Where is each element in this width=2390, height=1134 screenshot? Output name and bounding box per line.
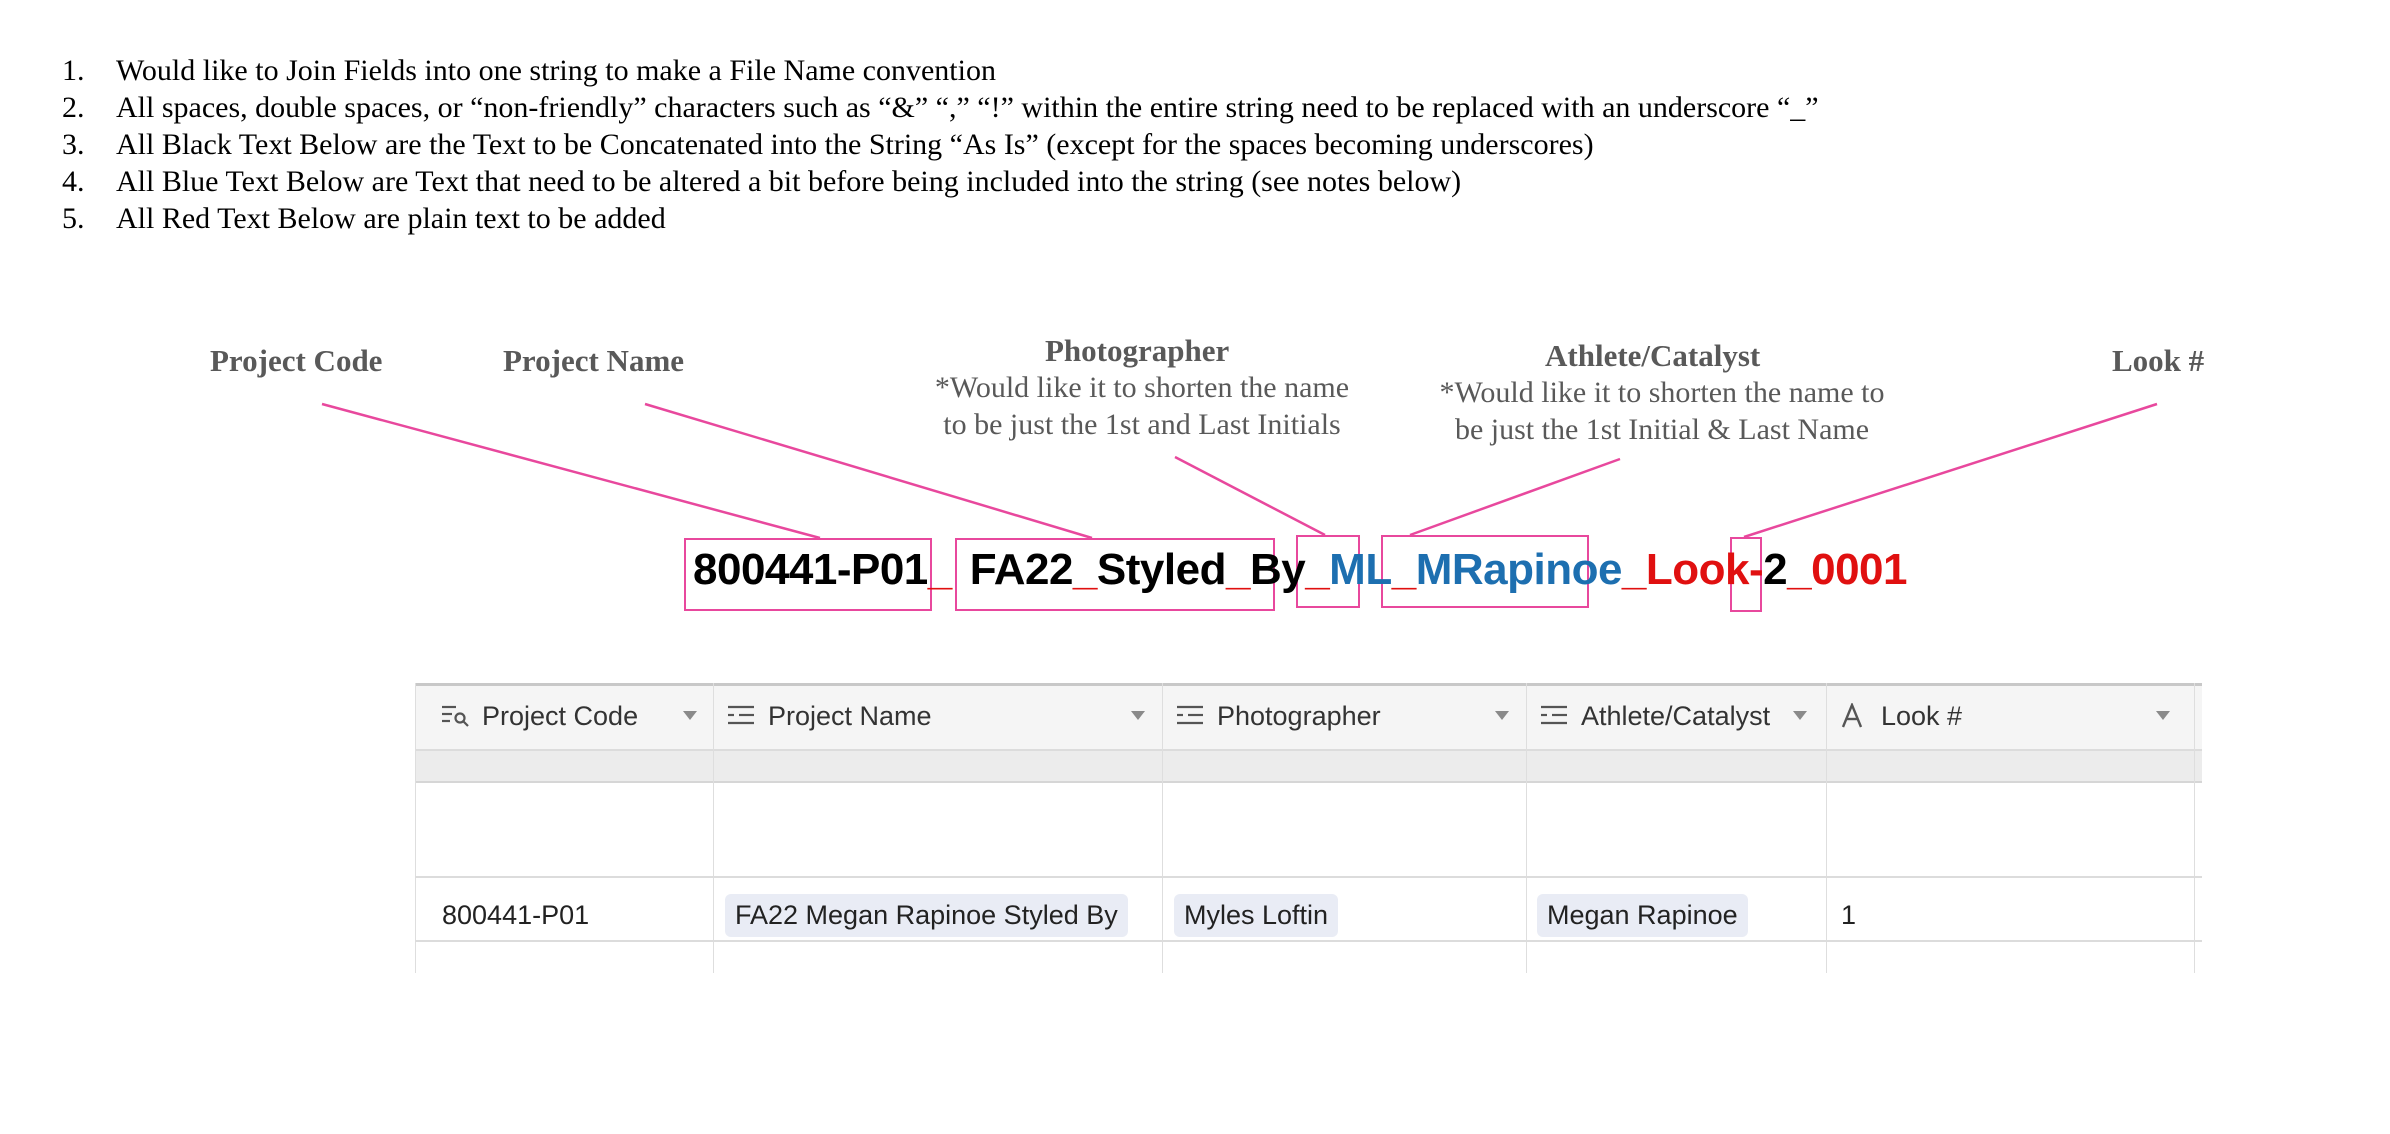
cell-project-name[interactable]: FA22 Megan Rapinoe Styled By xyxy=(725,893,1128,937)
record-chip[interactable]: Megan Rapinoe xyxy=(1537,893,1748,937)
connector-photographer xyxy=(1174,455,1326,537)
column-header-photographer[interactable]: Photographer xyxy=(1175,683,1381,749)
column-divider xyxy=(1162,683,1163,973)
connector-project-name xyxy=(644,402,1093,540)
linked-record-icon xyxy=(1175,703,1205,729)
column-divider xyxy=(2194,683,2195,973)
lookup-icon xyxy=(440,703,470,729)
record-chip[interactable]: Myles Loftin xyxy=(1174,893,1339,937)
connector-look xyxy=(1743,402,2158,539)
cell-photographer[interactable]: Myles Loftin xyxy=(1174,893,1339,937)
linked-record-icon xyxy=(726,703,756,729)
linked-record-icon xyxy=(1539,703,1569,729)
column-header-project-name[interactable]: Project Name xyxy=(726,683,932,749)
column-divider xyxy=(713,683,714,973)
grid-header-band xyxy=(415,751,2202,783)
chevron-down-icon[interactable] xyxy=(1131,711,1145,720)
connector-project-code xyxy=(321,402,821,540)
chevron-down-icon[interactable] xyxy=(683,711,697,720)
row-divider xyxy=(415,876,2202,878)
column-divider xyxy=(1826,683,1827,973)
row-divider xyxy=(415,940,2202,942)
chevron-down-icon[interactable] xyxy=(1495,711,1509,720)
column-divider xyxy=(415,683,416,973)
record-chip[interactable]: FA22 Megan Rapinoe Styled By xyxy=(725,893,1128,937)
text-field-icon xyxy=(1839,703,1869,729)
column-header-project-code[interactable]: Project Code xyxy=(440,683,638,749)
column-header-athlete[interactable]: Athlete/Catalyst xyxy=(1539,683,1770,749)
chevron-down-icon[interactable] xyxy=(2156,711,2170,720)
data-grid: Project Code Project Name Photographer A… xyxy=(415,683,2202,973)
cell-project-code[interactable]: 800441-P01 xyxy=(442,893,589,937)
example-filename: 800441-P01_ FA22_Styled_By_ML_MRapinoe_Lo… xyxy=(693,545,1907,594)
connector-athlete xyxy=(1409,457,1621,537)
column-divider xyxy=(1526,683,1527,973)
chevron-down-icon[interactable] xyxy=(1793,711,1807,720)
cell-athlete[interactable]: Megan Rapinoe xyxy=(1537,893,1748,937)
cell-look[interactable]: 1 xyxy=(1841,893,1856,937)
column-header-look[interactable]: Look # xyxy=(1839,683,1962,749)
